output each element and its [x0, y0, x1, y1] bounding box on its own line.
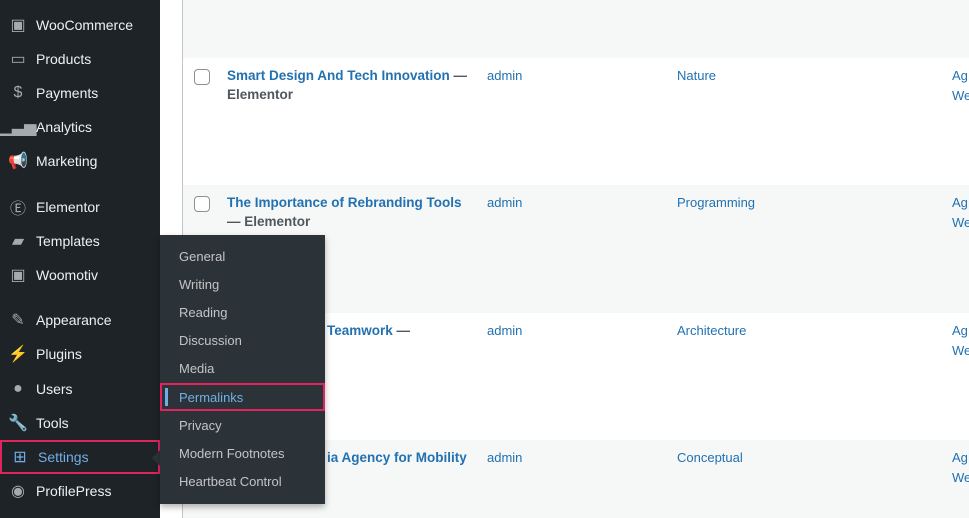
sidebar-item-label: Settings — [38, 449, 89, 465]
submenu-writing[interactable]: Writing — [160, 270, 325, 298]
sidebar-item-label: Marketing — [36, 153, 98, 169]
sidebar-item-payments[interactable]: $ Payments — [0, 76, 160, 110]
tag-link[interactable]: Ag — [952, 321, 969, 341]
category-link[interactable]: Programming — [677, 195, 755, 210]
sidebar-item-label: ProfilePress — [36, 483, 112, 499]
dollar-icon: $ — [13, 84, 23, 101]
sidebar-item-settings[interactable]: ⊞ Settings — [0, 440, 160, 474]
post-state: — — [396, 323, 411, 338]
table-row: Smart Design And Tech Innovation — Eleme… — [183, 58, 969, 185]
post-title-link[interactable]: ia Agency for Mobility — [327, 450, 467, 465]
submenu-modern-footnotes[interactable]: Modern Footnotes — [160, 439, 325, 467]
sidebar-item-label: Analytics — [36, 119, 93, 135]
category-link[interactable]: Architecture — [677, 323, 746, 338]
submenu-privacy[interactable]: Privacy — [160, 411, 325, 439]
user-icon: ● — [13, 380, 23, 397]
sidebar-item-profilepress[interactable]: ◉ ProfilePress — [0, 474, 160, 508]
sidebar-item-analytics[interactable]: ▁▃▅ Analytics — [0, 110, 160, 144]
tag-link[interactable]: We — [952, 341, 969, 361]
table-row — [183, 0, 969, 58]
archive-icon: ▭ — [10, 51, 26, 68]
sidebar-item-users[interactable]: ● Users — [0, 372, 160, 406]
author-link[interactable]: admin — [487, 450, 522, 465]
author-link[interactable]: admin — [487, 68, 522, 83]
post-title[interactable]: ia Agency for Mobility — [327, 448, 487, 467]
tag-link[interactable]: Ag — [952, 193, 969, 213]
wrench-icon: 🔧 — [8, 415, 28, 432]
post-title-link[interactable]: Teamwork — [327, 323, 393, 338]
sidebar-item-templates[interactable]: ▰ Templates — [0, 224, 160, 258]
sidebar-item-label: Payments — [36, 85, 99, 101]
post-title-link[interactable]: Smart Design And Tech Innovation — [227, 68, 450, 83]
post-title[interactable]: Teamwork — — [327, 321, 477, 340]
tag-link[interactable]: Ag — [952, 448, 969, 468]
sidebar-item-label: Templates — [36, 233, 100, 249]
row-checkbox[interactable] — [194, 196, 210, 212]
settings-submenu: General Writing Reading Discussion Media… — [160, 235, 325, 504]
post-title[interactable]: Smart Design And Tech Innovation — Eleme… — [227, 66, 477, 104]
submenu-permalinks[interactable]: Permalinks — [160, 382, 325, 412]
sidebar-item-appearance[interactable]: ✎ Appearance — [0, 303, 160, 337]
sidebar-item-woocommerce[interactable]: ▣ WooCommerce — [0, 8, 160, 42]
sidebar-item-label: Appearance — [36, 312, 112, 328]
submenu-heartbeat-control[interactable]: Heartbeat Control — [160, 468, 325, 496]
submenu-discussion[interactable]: Discussion — [160, 327, 325, 355]
profilepress-icon: ◉ — [11, 483, 25, 500]
bar-chart-icon: ▁▃▅ — [0, 119, 37, 136]
post-state: — Elementor — [227, 214, 311, 229]
tag-link[interactable]: We — [952, 213, 969, 233]
tag-link[interactable]: We — [952, 468, 969, 488]
sidebar-item-label: Tools — [36, 415, 69, 431]
elementor-icon: Ⓔ — [9, 201, 26, 218]
sidebar-item-marketing[interactable]: 📢 Marketing — [0, 144, 160, 178]
author-link[interactable]: admin — [487, 195, 522, 210]
sidebar-item-tools[interactable]: 🔧 Tools — [0, 406, 160, 440]
sidebar-item-plugins[interactable]: ⚡ Plugins — [0, 337, 160, 371]
sidebar-item-label: Plugins — [36, 346, 82, 362]
sidebar-item-label: Elementor — [36, 199, 100, 215]
sidebar-item-label: Woomotiv — [36, 267, 98, 283]
sidebar-item-woomotiv[interactable]: ▣ Woomotiv — [0, 258, 160, 292]
sidebar-item-label: Users — [36, 381, 73, 397]
woo-icon: ▣ — [10, 17, 26, 34]
sidebar-item-label: Products — [36, 51, 92, 67]
woomotiv-icon: ▣ — [10, 267, 26, 284]
settings-icon: ⊞ — [13, 449, 27, 466]
category-link[interactable]: Conceptual — [677, 450, 743, 465]
submenu-general[interactable]: General — [160, 242, 325, 270]
brush-icon: ✎ — [11, 312, 25, 329]
post-title-link[interactable]: The Importance of Rebranding Tools — [227, 195, 462, 210]
flyout-pointer — [152, 450, 160, 466]
megaphone-icon: 📢 — [8, 153, 28, 170]
row-checkbox[interactable] — [194, 69, 210, 85]
admin-sidebar: ▣ WooCommerce ▭ Products $ Payments ▁▃▅ Anal… — [0, 0, 160, 518]
author-link[interactable]: admin — [487, 323, 522, 338]
plug-icon: ⚡ — [8, 346, 28, 363]
submenu-reading[interactable]: Reading — [160, 298, 325, 326]
category-link[interactable]: Nature — [677, 68, 716, 83]
sidebar-item-elementor[interactable]: Ⓔ Elementor — [0, 190, 160, 224]
tag-link[interactable]: We — [952, 86, 969, 106]
post-title[interactable]: The Importance of Rebranding Tools — Ele… — [227, 193, 472, 231]
sidebar-item-products[interactable]: ▭ Products — [0, 42, 160, 76]
submenu-media[interactable]: Media — [160, 355, 325, 383]
sidebar-item-label: WooCommerce — [36, 17, 133, 33]
tag-link[interactable]: Ag — [952, 66, 969, 86]
folder-icon: ▰ — [11, 233, 25, 250]
